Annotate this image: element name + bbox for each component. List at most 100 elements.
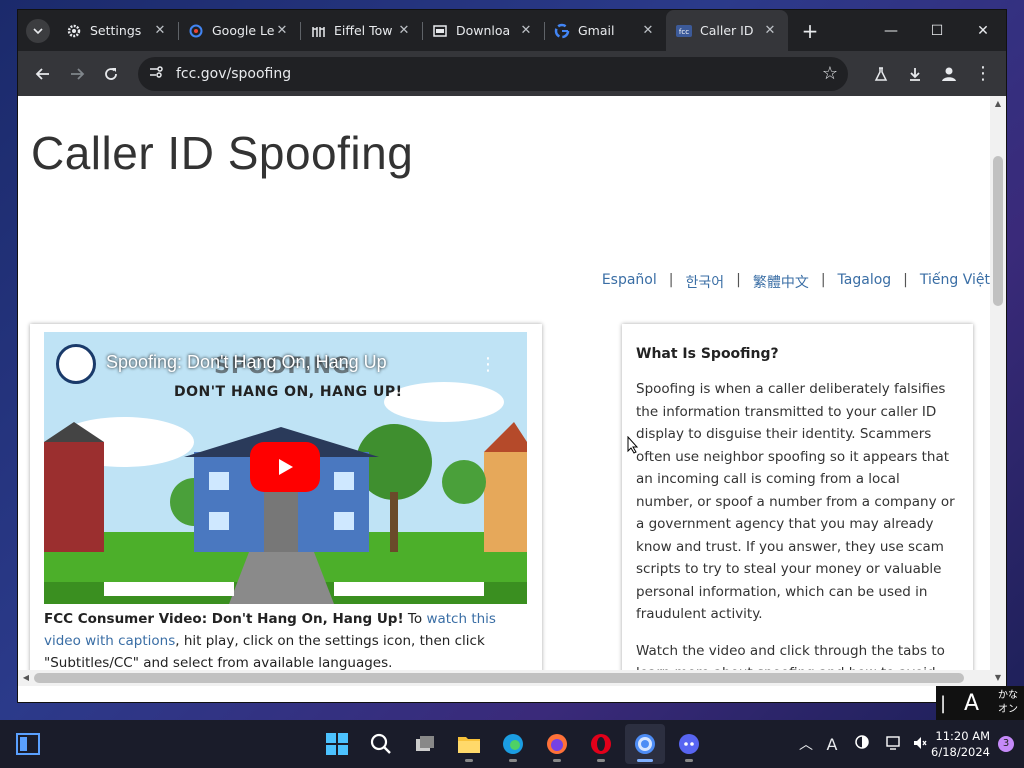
close-icon[interactable]: ✕ — [640, 23, 656, 38]
page-content: Caller ID Spoofing Español | 한국어 | 繁體中文 … — [18, 96, 990, 686]
running-indicator — [637, 759, 653, 762]
start-button[interactable] — [317, 724, 357, 764]
fcc-seal-icon[interactable] — [56, 344, 96, 384]
taskbar-clock[interactable]: 11:20 AM 6/18/2024 — [931, 728, 990, 760]
close-icon[interactable]: ✕ — [152, 23, 168, 38]
file-explorer-button[interactable] — [449, 724, 489, 764]
chrome-button[interactable] — [625, 724, 665, 764]
downloads-icon[interactable] — [898, 57, 932, 91]
close-icon[interactable]: ✕ — [518, 23, 534, 38]
scroll-left-arrow[interactable]: ◀ — [18, 670, 34, 686]
svg-text:fcc: fcc — [679, 28, 689, 36]
tab-caller-id[interactable]: fcc Caller ID ✕ — [666, 10, 788, 51]
search-button[interactable] — [361, 724, 401, 764]
browser-window: Settings ✕ Google Le ✕ Eiffel Tow ✕ Down… — [18, 10, 1006, 702]
close-icon[interactable]: ✕ — [762, 23, 778, 38]
tray-font-icon[interactable]: A — [819, 735, 845, 754]
firefox-icon — [547, 734, 567, 754]
windows-logo-icon — [326, 733, 348, 755]
language-links: Español | 한국어 | 繁體中文 | Tagalog | Tiếng V… — [602, 272, 990, 292]
more-menu-icon[interactable]: ⋮ — [966, 57, 1000, 91]
caption-pre: To — [403, 611, 427, 627]
tab-title: Google Le — [212, 23, 274, 38]
minimize-button[interactable]: — — [868, 10, 914, 51]
window-controls: — ☐ ✕ — [868, 10, 1006, 51]
running-indicator — [553, 759, 561, 762]
ime-toolbar: | A かな オン — [936, 686, 1024, 720]
video-more-icon[interactable]: ⋮ — [479, 354, 497, 375]
youtube-video-embed[interactable]: SPOOFING DON'T HANG ON, HANG UP! Spoofin… — [44, 332, 527, 604]
scroll-up-arrow[interactable]: ▲ — [990, 96, 1006, 112]
clock-time: 11:20 AM — [935, 729, 990, 743]
ime-kana-toggle[interactable]: かな オン — [998, 689, 1018, 717]
system-tray: ︿ A 11:20 AM 6/18/2024 3 — [793, 720, 1024, 768]
reload-button[interactable] — [94, 57, 128, 91]
tray-overflow-chevron-icon[interactable]: ︿ — [793, 734, 819, 754]
opera-button[interactable] — [581, 724, 621, 764]
discord-button[interactable] — [669, 724, 709, 764]
close-icon[interactable]: ✕ — [274, 23, 290, 38]
running-indicator — [597, 759, 605, 762]
task-view-icon[interactable] — [8, 724, 48, 764]
lang-link-chinese[interactable]: 繁體中文 — [753, 272, 809, 292]
mouse-cursor-icon — [627, 435, 639, 458]
chrome-icon — [635, 734, 655, 754]
tab-eiffel-tower[interactable]: Eiffel Tow ✕ — [300, 10, 422, 51]
separator: | — [736, 272, 741, 288]
lang-link-tagalog[interactable]: Tagalog — [838, 272, 892, 292]
scroll-thumb[interactable] — [993, 156, 1003, 306]
ime-handle[interactable]: | — [940, 693, 954, 714]
tab-settings[interactable]: Settings ✕ — [56, 10, 178, 51]
volume-muted-icon[interactable] — [909, 735, 931, 754]
network-icon[interactable] — [879, 735, 909, 754]
ime-kana-bottom: オン — [998, 704, 1018, 715]
separator: | — [668, 272, 674, 288]
labs-flask-icon[interactable] — [864, 57, 898, 91]
info-paragraph-1: Spoofing is when a caller deliberately f… — [636, 381, 955, 622]
play-button[interactable] — [250, 442, 320, 492]
forward-button[interactable] — [60, 57, 94, 91]
tab-gmail[interactable]: Gmail ✕ — [544, 10, 666, 51]
arrow-left-icon — [35, 67, 49, 80]
google-icon — [554, 23, 570, 39]
edge-icon — [503, 734, 523, 754]
lang-link-vietnamese[interactable]: Tiếng Việt — [920, 272, 990, 292]
lang-link-korean[interactable]: 한국어 — [685, 272, 724, 292]
task-switch-button[interactable] — [405, 724, 445, 764]
discord-icon — [679, 734, 699, 754]
new-tab-button[interactable]: + — [798, 19, 822, 43]
lang-link-spanish[interactable]: Español — [602, 272, 657, 292]
edge-button[interactable] — [493, 724, 533, 764]
scroll-down-arrow[interactable]: ▼ — [990, 670, 1006, 686]
tab-google-lens[interactable]: Google Le ✕ — [178, 10, 300, 51]
firefox-button[interactable] — [537, 724, 577, 764]
video-title[interactable]: Spoofing: Don't Hang On, Hang Up — [106, 352, 387, 373]
back-button[interactable] — [26, 57, 60, 91]
opera-icon — [591, 734, 611, 754]
video-caption: FCC Consumer Video: Don't Hang On, Hang … — [44, 608, 528, 674]
play-icon — [279, 459, 293, 475]
close-icon[interactable]: ✕ — [396, 23, 412, 38]
tab-search-button[interactable] — [26, 18, 50, 43]
url-text[interactable]: fcc.gov/spoofing — [176, 66, 822, 82]
separator: | — [820, 272, 826, 288]
info-card: What Is Spoofing? Spoofing is when a cal… — [622, 324, 973, 686]
bookmark-star-icon[interactable]: ☆ — [822, 63, 838, 84]
ime-mode[interactable]: A — [964, 691, 990, 716]
running-indicator — [465, 759, 473, 762]
scroll-thumb[interactable] — [34, 673, 964, 683]
search-icon — [370, 733, 391, 754]
video-card: SPOOFING DON'T HANG ON, HANG UP! Spoofin… — [30, 324, 542, 686]
profile-avatar-icon[interactable] — [932, 57, 966, 91]
maximize-button[interactable]: ☐ — [914, 10, 960, 51]
chevron-down-icon — [33, 27, 43, 34]
close-window-button[interactable]: ✕ — [960, 10, 1006, 51]
horizontal-scrollbar[interactable]: ◀ — [18, 670, 990, 686]
site-info-icon[interactable] — [148, 64, 164, 84]
tray-meet-icon[interactable] — [845, 734, 879, 754]
tab-title: Gmail — [578, 23, 615, 38]
notification-badge[interactable]: 3 — [998, 736, 1014, 752]
vertical-scrollbar[interactable]: ▲ ▼ — [990, 96, 1006, 686]
tab-download[interactable]: Downloa ✕ — [422, 10, 544, 51]
address-bar[interactable]: fcc.gov/spoofing ☆ — [138, 56, 848, 91]
